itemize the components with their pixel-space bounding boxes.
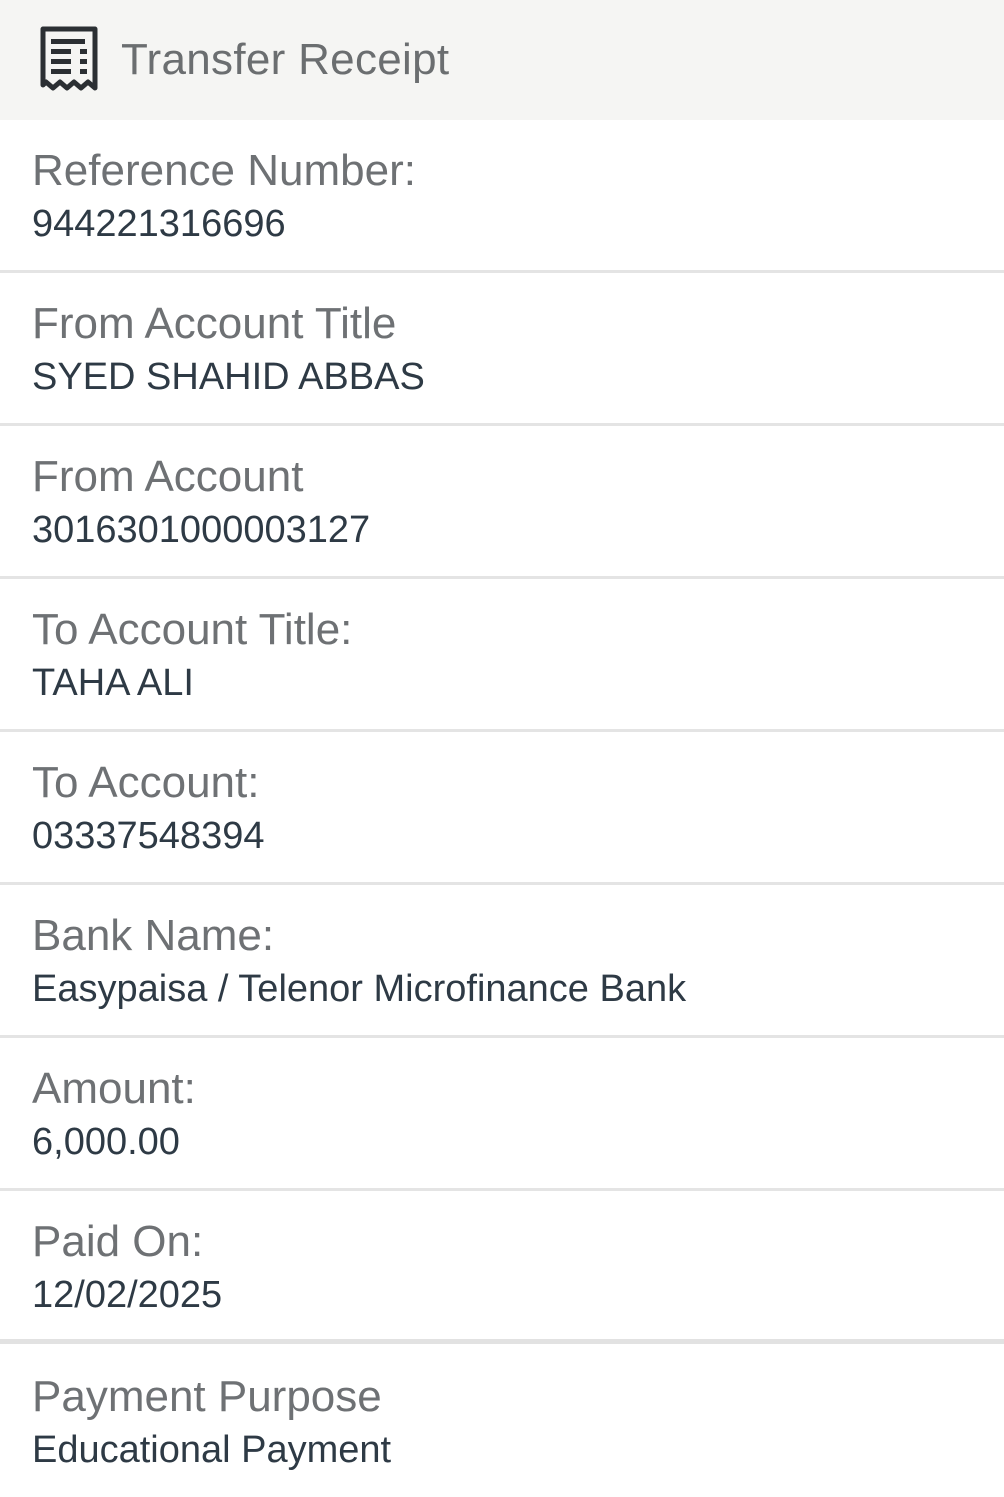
receipt-icon (37, 25, 101, 95)
paid-on-value: 12/02/2025 (32, 1274, 223, 1317)
to-account-title-label: To Account Title: (32, 605, 353, 654)
from-account-title-row: From Account Title SYED SHAHID ABBAS (0, 273, 1004, 426)
bank-name-value: Easypaisa / Telenor Microfinance Bank (32, 968, 687, 1011)
paid-on-label: Paid On: (32, 1217, 204, 1266)
receipt-details: Reference Number: 944221316696 From Acco… (0, 120, 1004, 1497)
reference-number-label: Reference Number: (32, 146, 416, 195)
from-account-label: From Account (32, 452, 304, 501)
amount-value: 6,000.00 (32, 1121, 180, 1164)
to-account-value: 03337548394 (32, 815, 265, 858)
paid-on-row: Paid On: 12/02/2025 (0, 1191, 1004, 1344)
amount-label: Amount: (32, 1064, 196, 1113)
payment-purpose-value: Educational Payment (32, 1429, 392, 1472)
bank-name-row: Bank Name: Easypaisa / Telenor Microfina… (0, 885, 1004, 1038)
to-account-title-value: TAHA ALI (32, 662, 194, 705)
payment-purpose-row: Payment Purpose Educational Payment (0, 1344, 1004, 1497)
page-title: Transfer Receipt (121, 35, 450, 84)
from-account-row: From Account 3016301000003127 (0, 426, 1004, 579)
from-account-title-label: From Account Title (32, 299, 397, 348)
to-account-label: To Account: (32, 758, 260, 807)
reference-number-value: 944221316696 (32, 203, 286, 246)
from-account-title-value: SYED SHAHID ABBAS (32, 356, 425, 399)
amount-row: Amount: 6,000.00 (0, 1038, 1004, 1191)
to-account-row: To Account: 03337548394 (0, 732, 1004, 885)
receipt-header: Transfer Receipt (0, 0, 1004, 120)
bank-name-label: Bank Name: (32, 911, 275, 960)
from-account-value: 3016301000003127 (32, 509, 371, 552)
to-account-title-row: To Account Title: TAHA ALI (0, 579, 1004, 732)
reference-number-row: Reference Number: 944221316696 (0, 120, 1004, 273)
payment-purpose-label: Payment Purpose (32, 1372, 382, 1421)
